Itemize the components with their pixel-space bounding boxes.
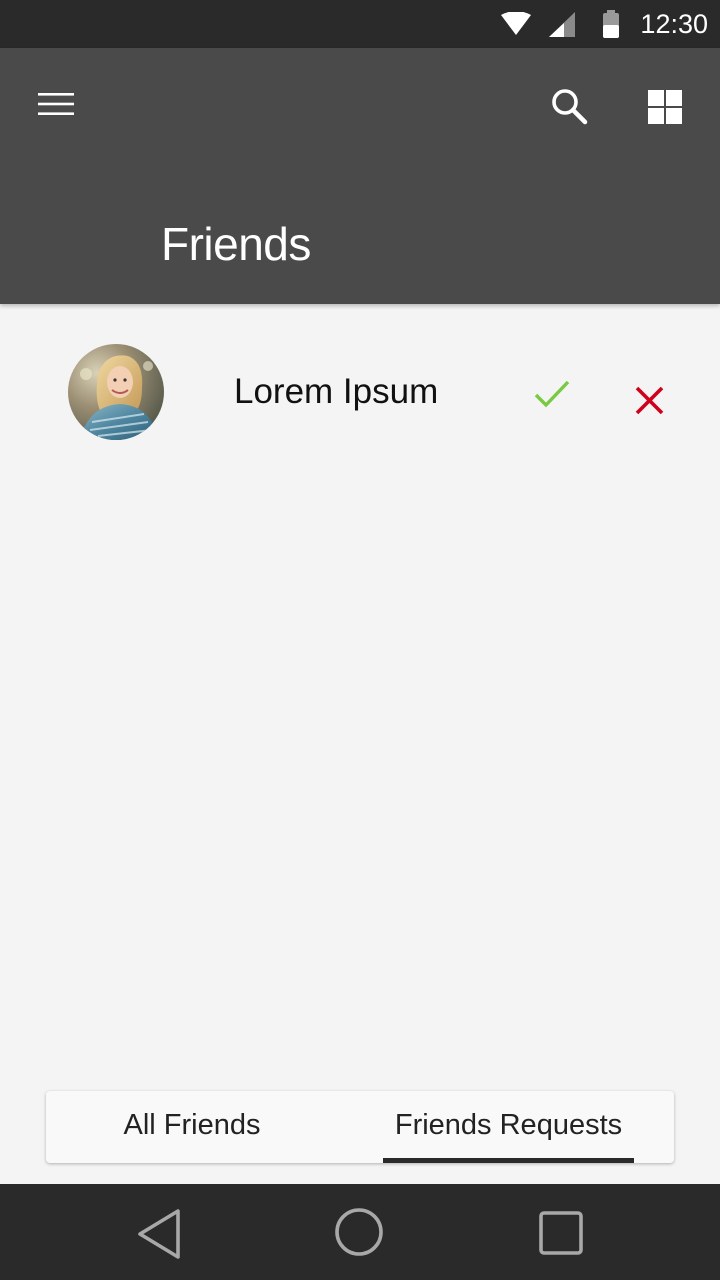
avatar bbox=[68, 344, 164, 440]
grid-view-button[interactable] bbox=[642, 84, 690, 132]
tab-all-friends[interactable]: All Friends bbox=[76, 1091, 308, 1163]
wifi-icon bbox=[500, 12, 532, 36]
friends-screen: 12:30 Friends Lorem Ipsum All Friends Fr… bbox=[0, 0, 720, 1280]
tab-friends-requests[interactable]: Friends Requests bbox=[383, 1091, 634, 1163]
page-title: Friends bbox=[161, 218, 311, 270]
request-name: Lorem Ipsum bbox=[234, 372, 439, 411]
grid-view-icon bbox=[642, 84, 690, 132]
close-icon bbox=[630, 382, 670, 422]
home-icon bbox=[334, 1208, 384, 1258]
friend-request-item: Lorem Ipsum bbox=[0, 330, 720, 460]
home-button[interactable] bbox=[334, 1208, 384, 1258]
check-icon bbox=[528, 374, 576, 414]
tab-selected-indicator bbox=[383, 1158, 634, 1163]
reject-button[interactable] bbox=[630, 382, 670, 422]
friends-tab-bar: All Friends Friends Requests bbox=[46, 1091, 674, 1163]
app-bar: Friends bbox=[0, 48, 720, 304]
navigation-bar bbox=[0, 1184, 720, 1280]
back-icon bbox=[136, 1208, 184, 1260]
recent-apps-button[interactable] bbox=[538, 1210, 584, 1256]
search-icon bbox=[544, 82, 594, 132]
search-button[interactable] bbox=[544, 82, 594, 132]
menu-icon bbox=[28, 84, 84, 124]
accept-button[interactable] bbox=[528, 374, 576, 414]
status-bar: 12:30 bbox=[0, 0, 720, 48]
menu-button[interactable] bbox=[28, 84, 84, 124]
recent-apps-icon bbox=[538, 1210, 584, 1256]
status-time: 12:30 bbox=[640, 9, 708, 39]
signal-icon bbox=[549, 12, 575, 37]
back-button[interactable] bbox=[136, 1208, 184, 1260]
battery-icon bbox=[602, 10, 620, 38]
